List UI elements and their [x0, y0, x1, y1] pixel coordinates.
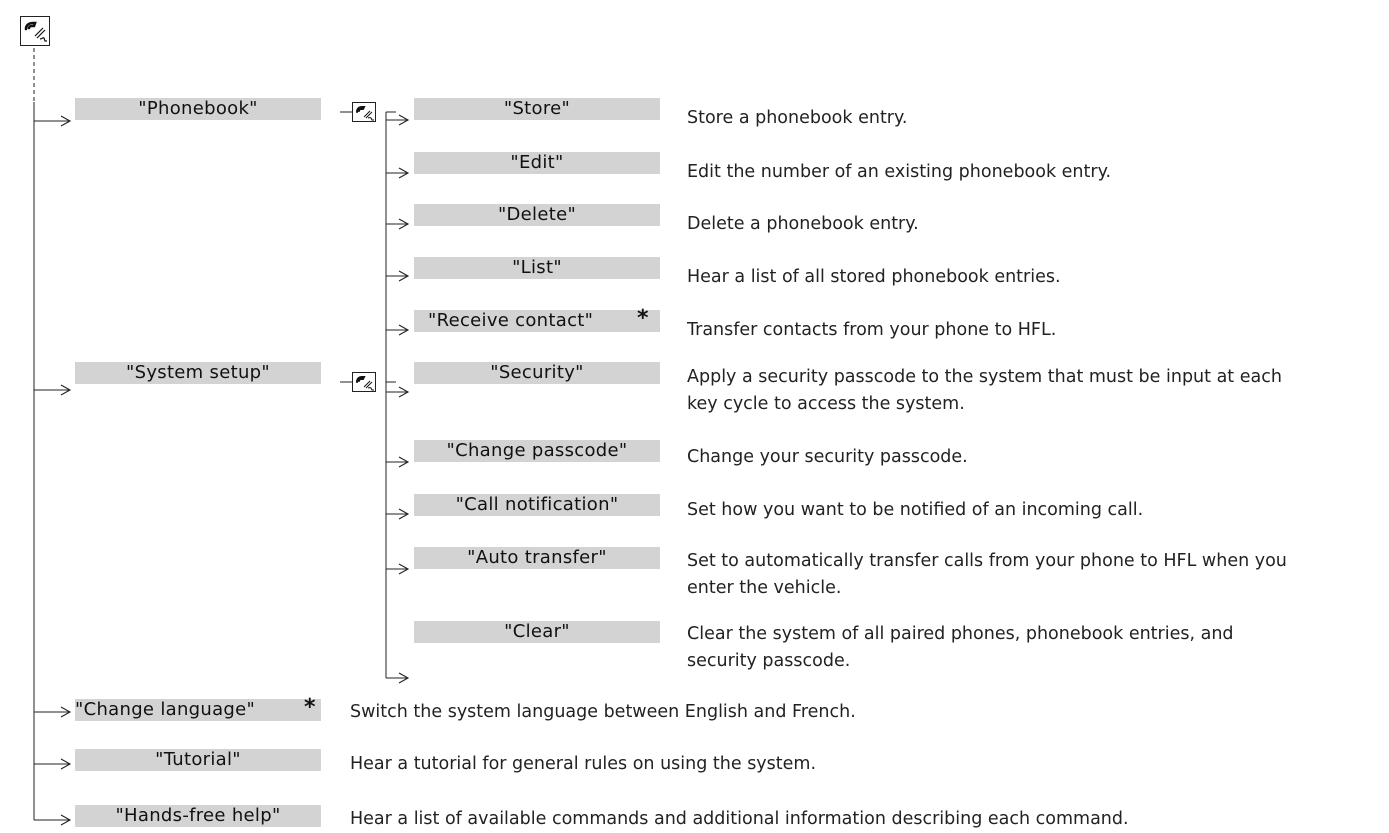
command-change-language: "Change language": [75, 699, 321, 721]
branch-hands-free-help: [34, 814, 71, 826]
command-phonebook: "Phonebook": [75, 98, 321, 120]
command-clear: "Clear": [414, 621, 660, 643]
description-line: key cycle to access the system.: [687, 394, 965, 414]
phone-voice-icon: [356, 106, 374, 121]
branch-phonebook: [34, 115, 71, 127]
description-store: Store a phonebook entry.: [687, 108, 908, 128]
command-list: "List": [414, 257, 660, 279]
command-change-passcode: "Change passcode": [414, 440, 660, 462]
command-hands-free-help: "Hands-free help": [75, 805, 321, 827]
description-tutorial: Hear a tutorial for general rules on usi…: [350, 754, 817, 774]
talk-button-icon-phonebook: [352, 102, 376, 122]
branch-tutorial: [34, 758, 71, 770]
description-clear: Clear the system of all paired phones, p…: [687, 621, 1234, 675]
command-edit: "Edit": [414, 152, 660, 174]
command-security: "Security": [414, 362, 660, 384]
command-auto-transfer: "Auto transfer": [414, 547, 660, 569]
asterisk-note: *: [637, 306, 649, 331]
description-delete: Delete a phonebook entry.: [687, 214, 919, 234]
command-label: "Receive contact": [428, 310, 594, 331]
branch-system-setup: [34, 384, 71, 396]
branch-change-language: [34, 706, 71, 718]
description-line: security passcode.: [687, 651, 851, 671]
description-change-passcode: Change your security passcode.: [687, 447, 968, 467]
description-line: Set to automatically transfer calls from…: [687, 551, 1287, 571]
description-hands-free-help: Hear a list of available commands and ad…: [350, 809, 1129, 829]
phone-voice-icon: [356, 376, 374, 391]
description-line: Apply a security passcode to the system …: [687, 367, 1282, 387]
asterisk-note: *: [304, 695, 316, 720]
talk-button-icon: [20, 16, 50, 46]
command-call-notification: "Call notification": [414, 494, 660, 516]
description-list: Hear a list of all stored phonebook entr…: [687, 267, 1061, 287]
description-auto-transfer: Set to automatically transfer calls from…: [687, 548, 1287, 602]
command-tutorial: "Tutorial": [75, 749, 321, 771]
description-line: Clear the system of all paired phones, p…: [687, 624, 1234, 644]
description-change-language: Switch the system language between Engli…: [350, 702, 856, 722]
description-call-notification: Set how you want to be notified of an in…: [687, 500, 1144, 520]
description-receive-contact: Transfer contacts from your phone to HFL…: [687, 320, 1057, 340]
command-store: "Store": [414, 98, 660, 120]
command-delete: "Delete": [414, 204, 660, 226]
talk-button-icon-system-setup: [352, 372, 376, 392]
description-security: Apply a security passcode to the system …: [687, 364, 1282, 418]
phone-voice-icon: [24, 21, 47, 42]
description-edit: Edit the number of an existing phonebook…: [687, 162, 1112, 182]
description-line: enter the vehicle.: [687, 578, 842, 598]
command-label: "Change language": [75, 699, 256, 720]
command-receive-contact: "Receive contact": [414, 310, 660, 332]
command-system-setup: "System setup": [75, 362, 321, 384]
